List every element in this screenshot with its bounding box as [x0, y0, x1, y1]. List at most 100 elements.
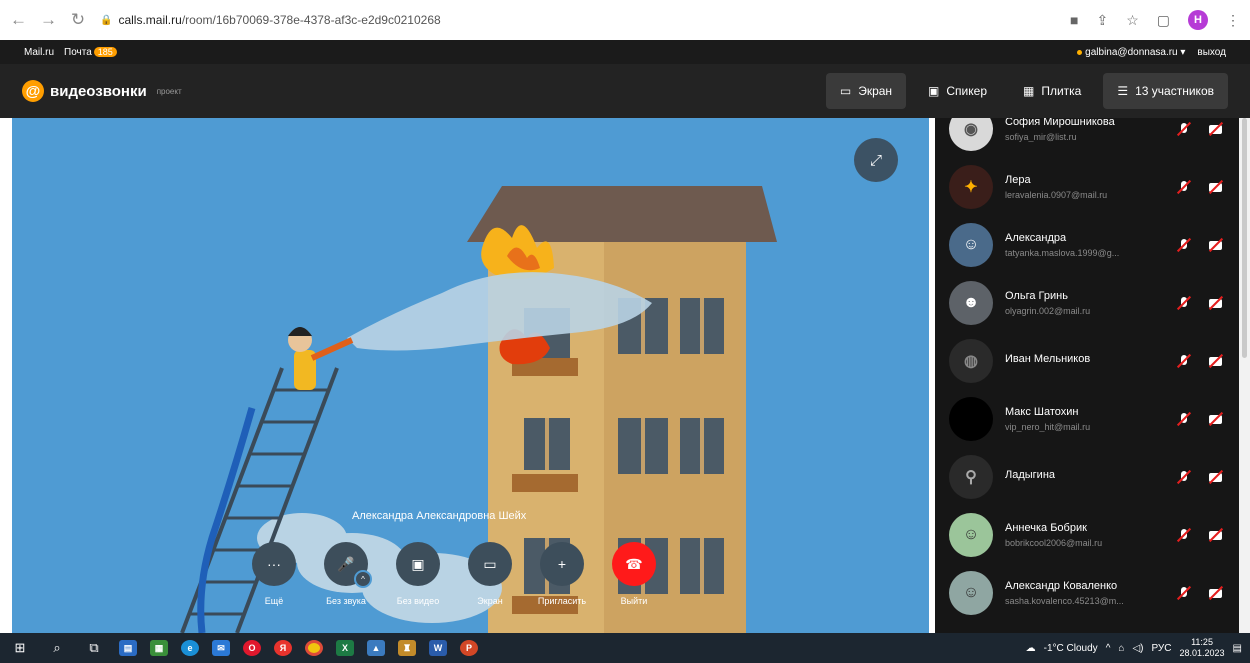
- mic-off-icon[interactable]: [1177, 528, 1191, 542]
- weather-text[interactable]: -1°C Cloudy: [1044, 643, 1098, 654]
- logout-link[interactable]: выход: [1197, 47, 1226, 58]
- participant-row[interactable]: ☺ Александра tatyanka.maslova.1999@g...: [935, 216, 1239, 274]
- mic-off-icon[interactable]: [1177, 412, 1191, 426]
- participants-button[interactable]: ☰ 13 участников: [1103, 73, 1228, 109]
- camera-off-icon[interactable]: [1209, 354, 1223, 368]
- camera-off-icon[interactable]: [1209, 586, 1223, 600]
- camera-off-icon[interactable]: [1209, 412, 1223, 426]
- screen-share-button[interactable]: ▭ Экран: [468, 542, 512, 606]
- mic-off-icon[interactable]: [1177, 122, 1191, 136]
- view-screen-button[interactable]: ▭ Экран: [825, 73, 907, 109]
- clock-time: 11:25: [1191, 637, 1213, 647]
- invite-button[interactable]: + Пригласить: [537, 542, 587, 606]
- reload-icon[interactable]: ↻: [70, 10, 86, 30]
- participant-email: leravalenia.0907@mail.ru: [1005, 190, 1108, 200]
- camera-off-icon[interactable]: [1209, 122, 1223, 136]
- view-grid-button[interactable]: ▦ Плитка: [1009, 73, 1095, 109]
- fullscreen-button[interactable]: ⤢: [854, 138, 898, 182]
- opera-icon[interactable]: O: [243, 640, 261, 656]
- participant-row[interactable]: ◉ София Мирошникова sofiya_mir@list.ru: [935, 118, 1239, 158]
- app-logo[interactable]: @ видеозвонки проект: [22, 80, 182, 102]
- participant-row[interactable]: Макс Шатохин vip_nero_hit@mail.ru: [935, 390, 1239, 448]
- scrollbar-thumb[interactable]: [1242, 118, 1247, 358]
- forward-icon[interactable]: →: [40, 10, 57, 30]
- audio-settings-chevron-icon[interactable]: ^: [354, 570, 372, 588]
- participant-email: olyagrin.002@mail.ru: [1005, 306, 1091, 316]
- powerpoint-icon[interactable]: P: [460, 640, 478, 656]
- network-icon[interactable]: ⌂: [1118, 643, 1124, 654]
- mic-off-icon[interactable]: [1177, 586, 1191, 600]
- taskbar: ⊞ ⌕ ⧉ ▤ ▦ e ✉ O Я X ▲ ♜ W P ☁ -1°C Cloud…: [0, 633, 1250, 663]
- browser-menu-icon[interactable]: ⋮: [1226, 12, 1240, 29]
- tray-chevron-icon[interactable]: ^: [1106, 643, 1111, 654]
- profile-avatar[interactable]: H: [1188, 10, 1208, 30]
- mic-off-icon[interactable]: [1177, 296, 1191, 310]
- split-view-icon[interactable]: ▢: [1157, 12, 1170, 29]
- view-speaker-button[interactable]: ▣ Спикер: [914, 73, 1001, 109]
- at-logo-icon: @: [22, 80, 44, 102]
- store-icon[interactable]: ▦: [150, 640, 168, 656]
- chrome-icon[interactable]: [305, 640, 323, 656]
- grid-icon: ▦: [1023, 84, 1035, 98]
- participant-row[interactable]: ◍ Иван Мельников: [935, 332, 1239, 390]
- participants-panel: ◉ София Мирошникова sofiya_mir@list.ru ✦ …: [935, 118, 1239, 633]
- camera-indicator-icon[interactable]: ■: [1070, 12, 1078, 28]
- mic-off-icon[interactable]: [1177, 354, 1191, 368]
- participant-email: sofiya_mir@list.ru: [1005, 132, 1077, 142]
- view-grid-label: Плитка: [1041, 84, 1082, 98]
- mic-off-icon[interactable]: [1177, 238, 1191, 252]
- beta-label: проект: [156, 86, 182, 96]
- list-icon: ☰: [1117, 84, 1129, 98]
- photos-icon[interactable]: ▲: [367, 640, 385, 656]
- camera-off-icon[interactable]: [1209, 470, 1223, 484]
- clock[interactable]: 11:25 28.01.2023: [1180, 637, 1225, 659]
- volume-icon[interactable]: ◁): [1132, 643, 1143, 654]
- participant-row[interactable]: ☺ Аннечка Бобрик bobrikcool2006@mail.ru: [935, 506, 1239, 564]
- back-icon[interactable]: ←: [10, 10, 27, 30]
- mail-icon[interactable]: ✉: [212, 640, 230, 656]
- task-view-icon[interactable]: ⧉: [82, 637, 106, 659]
- participant-name: Ольга Гринь: [1005, 290, 1068, 302]
- participant-name: Александр Коваленко: [1005, 580, 1118, 592]
- participant-name: Макс Шатохин: [1005, 406, 1079, 418]
- camera-off-icon[interactable]: [1209, 238, 1223, 252]
- video-off-button[interactable]: ▣ Без видео: [396, 542, 440, 606]
- mute-button[interactable]: 🎤 ^ Без звука: [324, 542, 372, 606]
- share-icon[interactable]: ⇪: [1096, 12, 1108, 29]
- app-icon[interactable]: ♜: [398, 640, 416, 656]
- plus-icon: +: [540, 542, 584, 586]
- more-button[interactable]: ··· Ещё: [252, 542, 296, 606]
- address-bar[interactable]: 🔒 calls.mail.ru/room/16b70069-378e-4378-…: [100, 13, 441, 27]
- avatar: ☺: [949, 513, 993, 557]
- camera-off-icon[interactable]: [1209, 180, 1223, 194]
- search-icon[interactable]: ⌕: [45, 637, 69, 659]
- participant-row[interactable]: ☺ Александр Коваленко sasha.kovalenco.452…: [935, 564, 1239, 622]
- notifications-icon[interactable]: ▤: [1233, 643, 1242, 654]
- leave-button[interactable]: ☎ Выйти: [612, 542, 656, 606]
- participant-email: sasha.kovalenco.45213@m...: [1005, 596, 1124, 606]
- word-icon[interactable]: W: [429, 640, 447, 656]
- lock-icon: 🔒: [100, 14, 113, 26]
- yandex-icon[interactable]: Я: [274, 640, 292, 656]
- participant-row[interactable]: ✦ Лера leravalenia.0907@mail.ru: [935, 158, 1239, 216]
- bookmark-star-icon[interactable]: ☆: [1126, 12, 1139, 29]
- logo-text: видеозвонки: [50, 82, 147, 100]
- edge-icon[interactable]: e: [181, 640, 199, 656]
- mic-off-icon[interactable]: [1177, 180, 1191, 194]
- participant-row[interactable]: ⚲ Ладыгина: [935, 448, 1239, 506]
- mic-off-icon[interactable]: [1177, 470, 1191, 484]
- call-controls: ··· Ещё 🎤 ^ Без звука ▣ Без видео ▭ Экра…: [252, 542, 656, 606]
- excel-icon[interactable]: X: [336, 640, 354, 656]
- language-indicator[interactable]: РУС: [1151, 643, 1171, 654]
- mail-link[interactable]: Почта 185: [64, 46, 117, 58]
- user-menu[interactable]: galbina@donnasa.ru ▾: [1077, 47, 1185, 58]
- invite-label: Пригласить: [537, 596, 587, 606]
- participant-row[interactable]: ☻ Ольга Гринь olyagrin.002@mail.ru: [935, 274, 1239, 332]
- file-explorer-icon[interactable]: ▤: [119, 640, 137, 656]
- camera-off-icon[interactable]: [1209, 528, 1223, 542]
- windows-start-icon[interactable]: ⊞: [8, 637, 32, 659]
- mailru-link[interactable]: Mail.ru: [24, 47, 54, 58]
- speaker-name: Александра Александровна Шейх: [352, 510, 527, 522]
- camera-off-icon[interactable]: [1209, 296, 1223, 310]
- participants-scrollbar[interactable]: [1239, 118, 1250, 633]
